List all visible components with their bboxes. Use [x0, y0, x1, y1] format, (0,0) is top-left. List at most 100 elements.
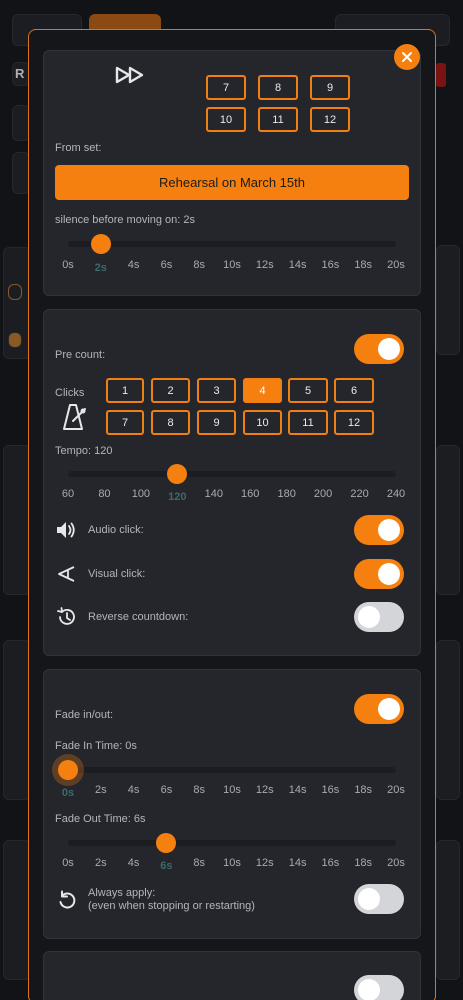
next-card-toggle[interactable]	[354, 975, 404, 1000]
slider-tick-label: 0s	[62, 857, 74, 869]
slider-tick-label: 14s	[288, 857, 307, 869]
slider-tick-label: 12s	[255, 784, 274, 796]
bg-side-panel	[436, 840, 460, 980]
set-number-box[interactable]: 9	[310, 75, 350, 100]
audio-click-label: Audio click:	[88, 524, 144, 536]
set-select-button[interactable]: Rehearsal on March 15th	[55, 165, 409, 200]
always-apply-sublabel: (even when stopping or restarting)	[88, 900, 255, 912]
silence-label: silence before moving on: 2s	[55, 214, 196, 226]
slider-tick-label: 100	[131, 488, 151, 500]
slider-tick-label: 80	[98, 488, 111, 500]
tempo-slider-track[interactable]	[68, 471, 396, 477]
visual-click-toggle[interactable]	[354, 559, 404, 589]
click-count-box[interactable]: 3	[197, 378, 236, 403]
slider-tick-label: 160	[241, 488, 260, 500]
click-count-box[interactable]: 1	[106, 378, 144, 403]
metronome-icon	[58, 401, 90, 431]
slider-tick-label: 180	[277, 488, 296, 500]
silence-slider-track[interactable]	[68, 241, 396, 247]
slider-tick-label: 10s	[223, 784, 241, 796]
silence-slider-thumb[interactable]	[90, 234, 111, 254]
restart-icon	[55, 888, 79, 912]
slider-tick-label: 20s	[387, 259, 405, 271]
precount-toggle[interactable]	[354, 334, 404, 364]
slider-tick-label: 20s	[387, 857, 405, 869]
fade-in-slider-thumb[interactable]	[58, 760, 78, 780]
slider-tick-label: 16s	[321, 857, 340, 869]
fade-out-label: Fade Out Time: 6s	[55, 813, 146, 825]
slider-tick-label: 14s	[288, 784, 307, 796]
always-apply-label: Always apply:	[88, 887, 156, 899]
slider-tick-label: 18s	[354, 857, 373, 869]
slider-tick-label: 18s	[354, 259, 373, 271]
reverse-countdown-toggle[interactable]	[354, 602, 404, 632]
slider-tick-label: 240	[386, 488, 406, 500]
fade-in-slider-track[interactable]	[68, 767, 396, 773]
slider-tick-label: 2s	[94, 262, 107, 274]
click-count-box[interactable]: 2	[151, 378, 190, 403]
bg-side-panel	[436, 640, 460, 800]
set-number-box[interactable]: 10	[206, 107, 246, 132]
slider-tick-label: 6s	[160, 784, 173, 796]
slider-tick-label: 8s	[193, 784, 205, 796]
slider-tick-label: 2s	[94, 784, 107, 796]
bg-side-panel	[3, 840, 31, 980]
set-number-box[interactable]: 12	[310, 107, 350, 132]
fade-in-label: Fade In Time: 0s	[55, 740, 137, 752]
click-count-box[interactable]: 8	[151, 410, 190, 435]
slider-tick-label: 4s	[127, 784, 140, 796]
slider-tick-label: 6s	[160, 860, 173, 872]
slider-tick-label: 20s	[387, 784, 405, 796]
bg-side-panel	[3, 445, 31, 595]
slider-tick-label: 10s	[223, 857, 241, 869]
click-count-box[interactable]: 11	[288, 410, 328, 435]
slider-tick-label: 0s	[62, 259, 74, 271]
slider-tick-label: 200	[313, 488, 333, 500]
bg-letter: R	[15, 66, 25, 81]
slider-tick-label: 6s	[160, 259, 173, 271]
history-icon	[54, 606, 78, 628]
visual-click-label: Visual click:	[88, 568, 146, 580]
slider-tick-label: 14s	[288, 259, 307, 271]
fade-out-slider-track[interactable]	[68, 840, 396, 846]
click-count-box[interactable]: 7	[106, 410, 144, 435]
slider-tick-label: 2s	[94, 857, 107, 869]
close-button[interactable]	[394, 44, 420, 70]
slider-tick-label: 4s	[127, 857, 140, 869]
click-count-box[interactable]: 10	[243, 410, 282, 435]
click-count-box[interactable]: 4	[243, 378, 282, 403]
from-set-label: From set:	[55, 142, 102, 154]
always-apply-toggle[interactable]	[354, 884, 404, 914]
slider-tick-label: 140	[204, 488, 223, 500]
reverse-countdown-label: Reverse countdown:	[88, 611, 189, 623]
slider-tick-label: 8s	[193, 259, 205, 271]
tempo-label: Tempo: 120	[55, 445, 113, 457]
set-number-box[interactable]: 7	[206, 75, 246, 100]
bg-side-panel	[436, 245, 460, 355]
click-count-box[interactable]: 12	[334, 410, 374, 435]
bg-counter-icon	[8, 284, 22, 300]
set-number-box[interactable]: 11	[258, 107, 298, 132]
click-count-box[interactable]: 6	[334, 378, 374, 403]
slider-tick-label: 16s	[321, 259, 340, 271]
slider-tick-label: 4s	[127, 259, 140, 271]
precount-label: Pre count:	[55, 349, 106, 361]
slider-tick-label: 18s	[354, 784, 373, 796]
click-count-box[interactable]: 9	[197, 410, 236, 435]
fade-toggle[interactable]	[354, 694, 404, 724]
slider-tick-label: 16s	[321, 784, 340, 796]
bg-counter-icon	[8, 332, 22, 348]
bg-side-panel	[3, 640, 31, 800]
slider-tick-label: 0s	[61, 787, 75, 799]
audio-click-toggle[interactable]	[354, 515, 404, 545]
slider-tick-label: 12s	[255, 259, 274, 271]
slider-tick-label: 8s	[193, 857, 205, 869]
slider-tick-label: 10s	[223, 259, 241, 271]
fade-label: Fade in/out:	[55, 709, 114, 721]
click-count-box[interactable]: 5	[288, 378, 328, 403]
visual-click-icon	[54, 563, 78, 585]
set-number-box[interactable]: 8	[258, 75, 298, 100]
slider-tick-label: 120	[168, 491, 187, 503]
bg-red-indicator	[436, 63, 446, 87]
clicks-label: Clicks	[55, 387, 85, 399]
